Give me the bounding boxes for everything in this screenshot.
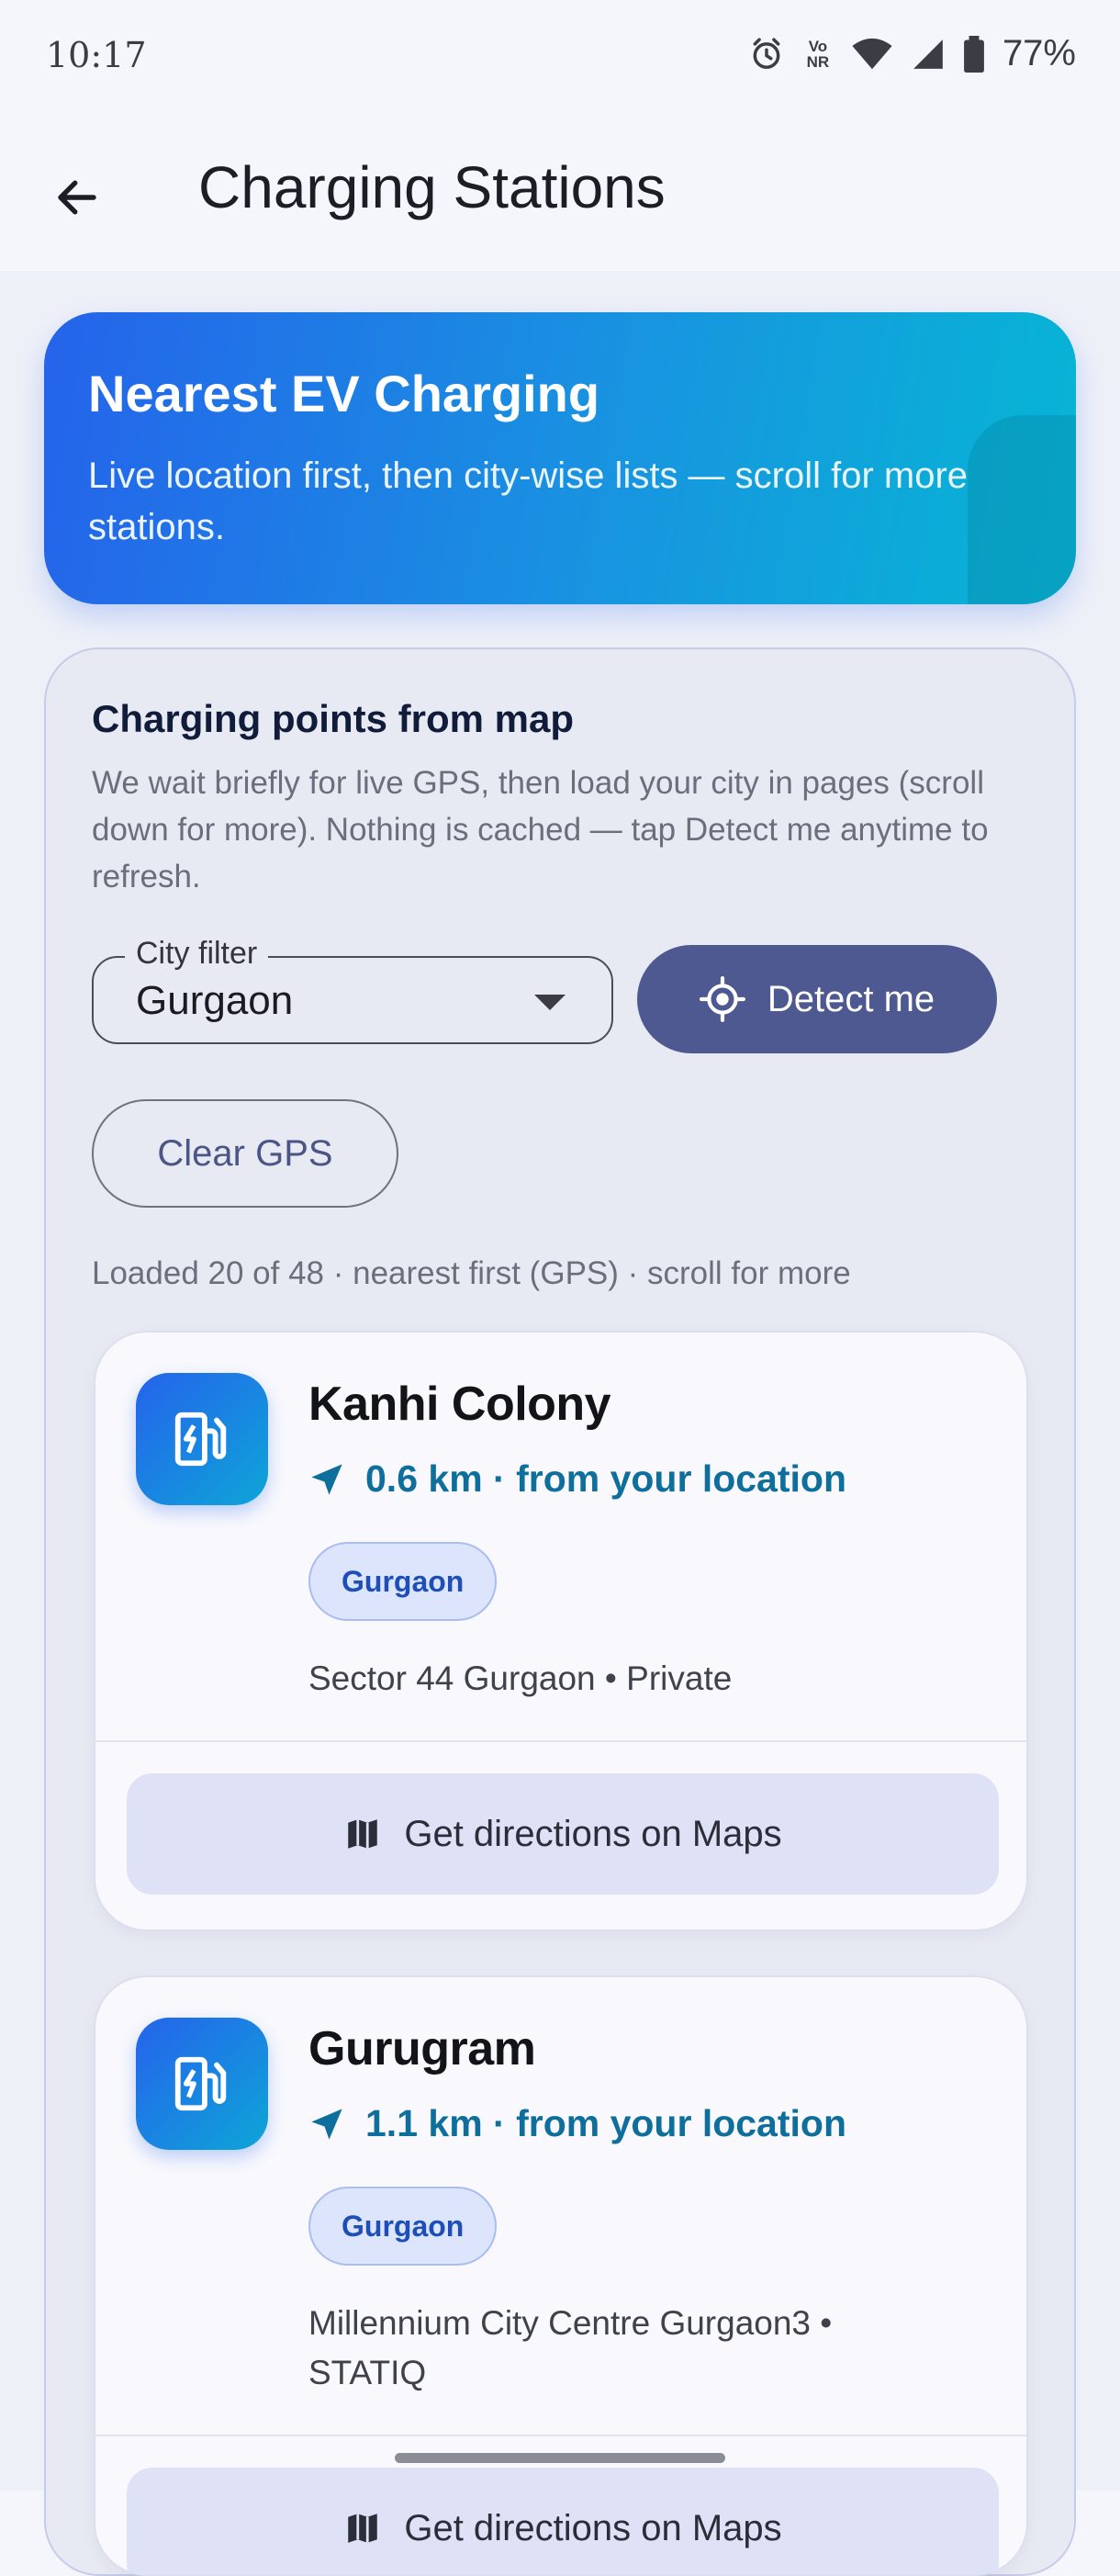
- station-name: Kanhi Colony: [308, 1378, 611, 1431]
- hero-banner: Nearest EV Charging Live location first,…: [44, 312, 1076, 604]
- city-filter-value: Gurgaon: [136, 978, 294, 1023]
- station-distance: 1.1 km · from your location: [308, 2102, 846, 2145]
- clear-gps-button[interactable]: Clear GPS: [92, 1099, 398, 1208]
- detect-me-label: Detect me: [767, 978, 935, 1019]
- loaded-status: Loaded 20 of 48 · nearest first (GPS) · …: [92, 1255, 851, 1291]
- home-indicator[interactable]: [395, 2453, 725, 2463]
- station-name: Gurugram: [308, 2022, 536, 2075]
- get-directions-label: Get directions on Maps: [404, 2507, 782, 2548]
- hero-subtitle: Live location first, then city-wise list…: [88, 456, 969, 547]
- my-location-icon: [699, 976, 745, 1022]
- hero-title: Nearest EV Charging: [88, 365, 600, 422]
- stations-panel: Charging points from map We wait briefly…: [44, 647, 1076, 2576]
- card-divider: [95, 2435, 1026, 2436]
- volte-icon: Vo NR: [806, 37, 830, 71]
- status-bar: 10:17 Vo NR 77%: [0, 0, 1120, 115]
- app-bar: Charging Stations: [0, 115, 1120, 271]
- status-time: 10:17: [46, 35, 147, 75]
- city-chip: Gurgaon: [308, 1542, 498, 1621]
- station-card[interactable]: Kanhi Colony 0.6 km · from your location…: [94, 1331, 1028, 1931]
- map-icon: [348, 1819, 378, 1849]
- battery-level: 77%: [1002, 33, 1076, 73]
- ev-station-icon: [136, 2018, 268, 2150]
- navigation-icon: [311, 2108, 342, 2140]
- panel-description: We wait briefly for live GPS, then load …: [92, 765, 989, 894]
- ev-station-icon: [136, 1373, 268, 1505]
- dropdown-caret-icon: [534, 995, 566, 1010]
- battery-icon: [964, 35, 984, 73]
- detect-me-button[interactable]: Detect me: [637, 945, 997, 1053]
- signal-icon: [913, 39, 943, 69]
- station-card[interactable]: Gurugram 1.1 km · from your location Gur…: [94, 1975, 1028, 2576]
- city-filter-dropdown[interactable]: City filter Gurgaon: [92, 936, 613, 1044]
- get-directions-button[interactable]: Get directions on Maps: [127, 1773, 999, 1895]
- arrow-back-icon: [58, 180, 96, 215]
- panel-title: Charging points from map: [92, 697, 574, 740]
- city-filter-label: City filter: [125, 936, 269, 972]
- station-distance-text: 0.6 km · from your location: [365, 1457, 846, 1500]
- page-title: Charging Stations: [198, 154, 666, 220]
- alarm-icon: [753, 37, 780, 69]
- station-distance-text: 1.1 km · from your location: [365, 2102, 846, 2144]
- navigation-icon: [311, 1463, 342, 1495]
- status-icons: Vo NR 77%: [749, 33, 1076, 74]
- get-directions-label: Get directions on Maps: [404, 1813, 782, 1854]
- map-icon: [348, 2514, 378, 2543]
- city-chip: Gurgaon: [308, 2187, 498, 2266]
- card-divider: [95, 1740, 1026, 1742]
- station-address: Sector 44 Gurgaon • Private: [308, 1659, 733, 1697]
- back-button[interactable]: [37, 157, 118, 238]
- station-address: Millennium City Centre Gurgaon3 • STATIQ: [308, 2304, 833, 2391]
- get-directions-button[interactable]: Get directions on Maps: [127, 2468, 999, 2574]
- station-distance: 0.6 km · from your location: [308, 1457, 846, 1501]
- wifi-icon: [852, 38, 892, 69]
- content-area[interactable]: Nearest EV Charging Live location first,…: [0, 271, 1120, 2576]
